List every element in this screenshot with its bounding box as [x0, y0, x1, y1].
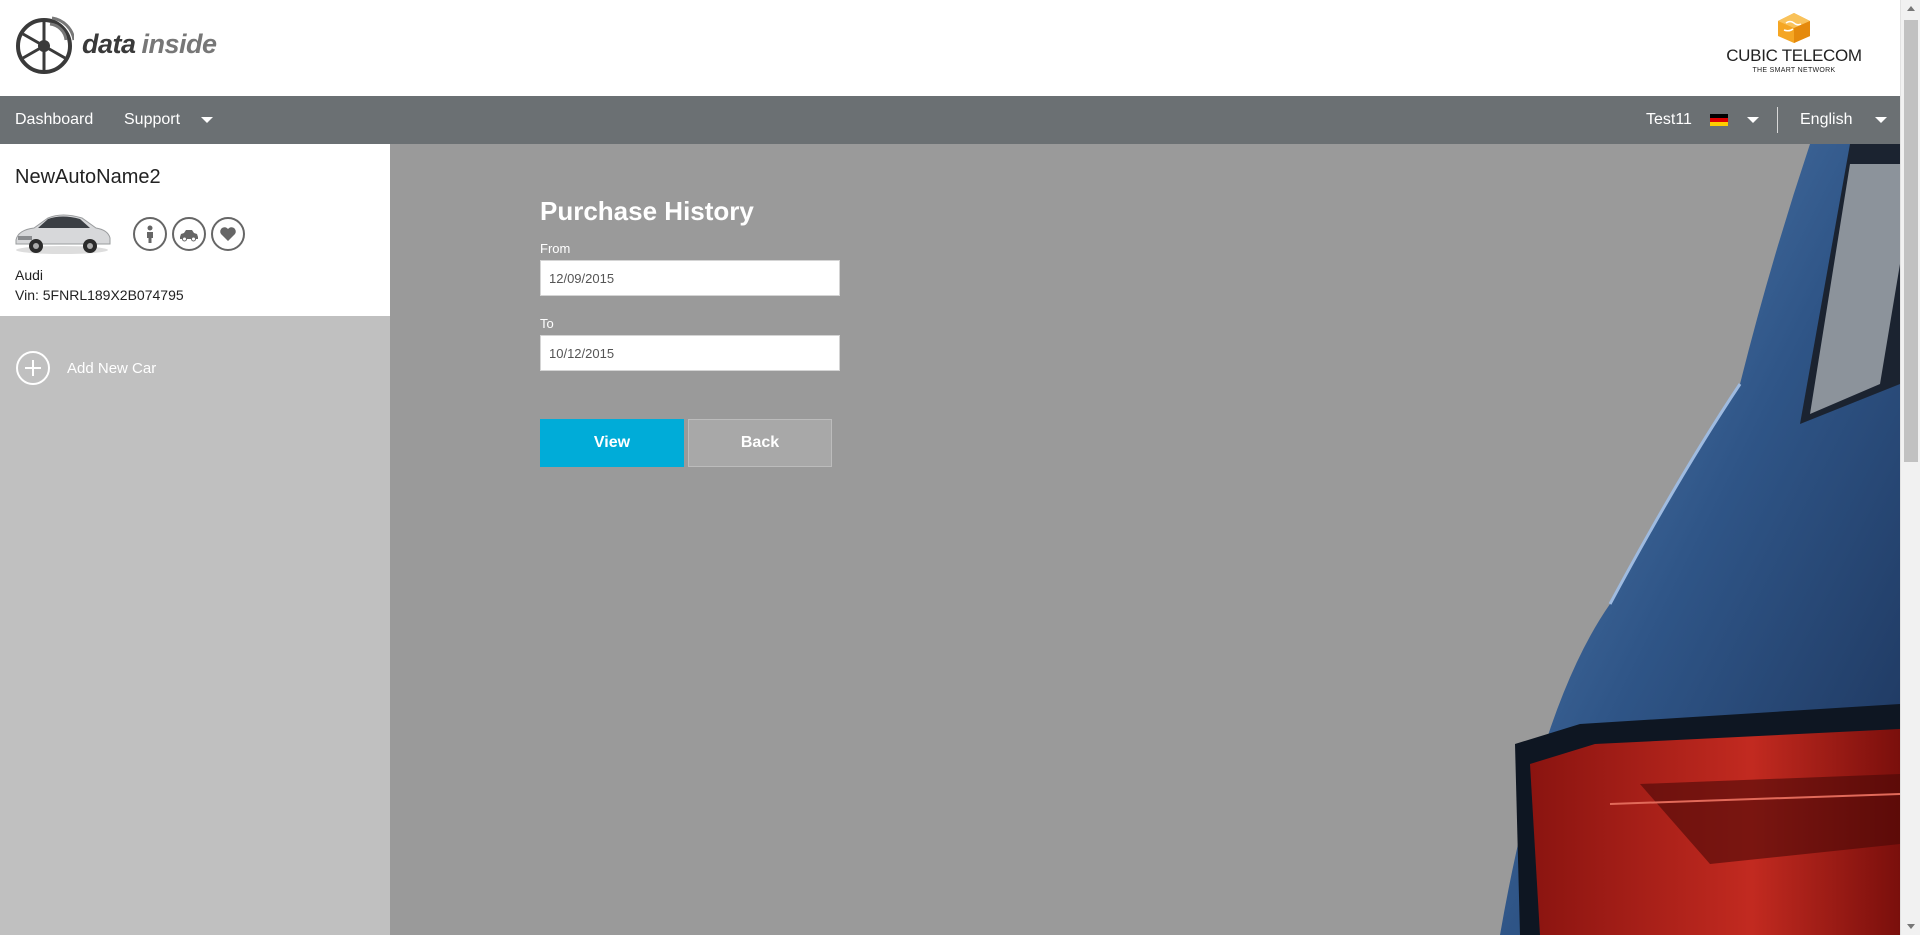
- chevron-down-icon: [200, 116, 213, 123]
- scroll-up-arrow-icon[interactable]: [1907, 6, 1915, 11]
- scroll-down-arrow-icon[interactable]: [1907, 924, 1915, 929]
- app-header: data inside CUBIC TELECOM THE SMART NETWO…: [0, 0, 1900, 96]
- car-icon: [180, 230, 198, 242]
- page-scrollbar[interactable]: [1900, 0, 1920, 935]
- hero-car-image: [1500, 144, 1900, 935]
- from-label: From: [540, 241, 571, 256]
- chevron-down-icon: [1874, 116, 1887, 123]
- car-name: NewAutoName2: [15, 166, 161, 188]
- cubic-telecom-logo: CUBIC TELECOM THE SMART NETWORK: [1724, 12, 1864, 74]
- driver-profile-button[interactable]: [133, 217, 167, 251]
- car-vin: Vin: 5FNRL189X2B074795: [15, 287, 184, 303]
- to-label: To: [540, 316, 554, 331]
- brand-tagline: THE SMART NETWORK: [1752, 67, 1836, 74]
- nav-divider: [1777, 107, 1778, 133]
- logo-word-data: data: [82, 28, 136, 59]
- car-details-button[interactable]: [172, 217, 206, 251]
- view-button[interactable]: View: [540, 419, 684, 467]
- form-actions: View Back: [540, 419, 940, 467]
- car-image: [15, 214, 111, 254]
- selected-car-card[interactable]: NewAutoName2 Audi Vin: 5FNRL189X2B074795: [0, 144, 390, 316]
- car-sidebar: NewAutoName2 Audi Vin: 5FNRL189X2B074795…: [0, 144, 410, 935]
- user-name: Test11: [1646, 111, 1692, 128]
- user-menu[interactable]: Test11: [1646, 96, 1759, 144]
- car-action-icons: [133, 217, 245, 251]
- nav-support[interactable]: Support: [124, 96, 213, 144]
- main-nav: Dashboard Support Test11 English: [0, 96, 1900, 144]
- scrollbar-thumb[interactable]: [1904, 20, 1918, 462]
- nav-dashboard[interactable]: Dashboard: [15, 96, 93, 144]
- add-new-car-button[interactable]: Add New Car: [15, 350, 156, 386]
- german-flag-icon: [1710, 113, 1729, 126]
- heart-icon: [220, 227, 236, 241]
- back-button[interactable]: Back: [688, 419, 832, 467]
- car-make: Audi: [15, 267, 44, 283]
- main-content: Purchase History From To View Back: [390, 144, 1900, 935]
- language-menu[interactable]: English: [1800, 96, 1887, 144]
- data-inside-logo[interactable]: data inside: [14, 14, 217, 74]
- brand-name: CUBIC TELECOM: [1726, 46, 1862, 65]
- page-title: Purchase History: [540, 196, 754, 226]
- person-icon: [147, 225, 153, 243]
- chevron-down-icon: [1746, 116, 1759, 123]
- logo-word-inside: inside: [141, 28, 218, 59]
- plus-circle-icon: [16, 351, 50, 385]
- language-label: English: [1800, 111, 1853, 128]
- from-date-input[interactable]: [540, 260, 840, 296]
- wheel-logo-icon: [16, 16, 74, 74]
- purchase-history-form: Purchase History From To View Back: [540, 196, 940, 467]
- favorite-button[interactable]: [211, 217, 245, 251]
- logo-wordmark: data inside: [82, 29, 217, 60]
- globe-cube-icon: [1778, 13, 1810, 43]
- add-new-car-label: Add New Car: [67, 359, 157, 377]
- to-date-input[interactable]: [540, 335, 840, 371]
- nav-support-label: Support: [124, 111, 181, 128]
